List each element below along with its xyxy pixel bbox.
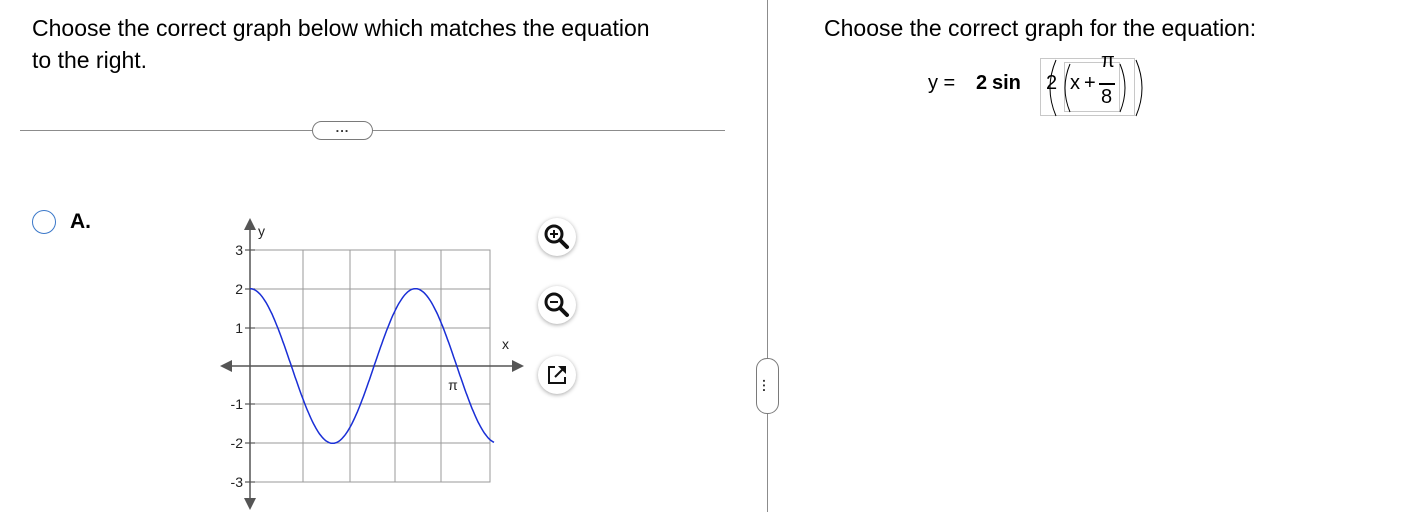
open-graph-button[interactable] (538, 356, 576, 394)
x-tick-label-pi: π (448, 377, 458, 393)
zoom-in-icon (544, 224, 569, 249)
y-axis-label: y (258, 223, 265, 239)
fraction-bar (1099, 83, 1115, 85)
right-panel: Choose the correct graph for the equatio… (768, 0, 1410, 512)
question-prompt: Choose the correct graph below which mat… (32, 15, 650, 73)
equation-heading: Choose the correct graph for the equatio… (824, 15, 1257, 41)
left-panel: Choose the correct graph below which mat… (0, 0, 766, 512)
y-tick-label: -3 (231, 474, 244, 490)
equation: y = 2 sin 2 x + π 8 (928, 50, 1188, 122)
zoom-in-button[interactable] (538, 218, 576, 256)
y-tick-label: 1 (235, 320, 243, 336)
answer-option-a[interactable]: A. (32, 210, 91, 234)
y-tick-label: 2 (235, 281, 243, 297)
fraction-numerator: π (1101, 50, 1115, 72)
y-axis (244, 218, 256, 510)
plus-sign: + (1084, 72, 1096, 94)
option-a-graph: y x π 3 2 1 -1 -2 -3 (220, 218, 524, 510)
fraction-denominator: 8 (1101, 86, 1113, 108)
equation-function: sin (992, 72, 1021, 94)
option-label: A. (70, 210, 91, 233)
x-axis-label: x (502, 336, 509, 352)
expand-divider-button[interactable]: ... (312, 121, 373, 140)
zoom-out-button[interactable] (538, 286, 576, 324)
equation-coefficient: 2 (976, 72, 988, 94)
y-tick-label: -2 (231, 435, 244, 451)
expand-icon (548, 366, 566, 384)
equation-lhs: y = (928, 72, 956, 94)
y-tick-label: 3 (235, 242, 243, 258)
radio-button[interactable] (32, 210, 56, 234)
equation-variable: x (1070, 72, 1080, 94)
inner-coefficient: 2 (1046, 72, 1058, 94)
zoom-out-icon (544, 292, 569, 317)
y-tick-label: -1 (231, 396, 244, 412)
